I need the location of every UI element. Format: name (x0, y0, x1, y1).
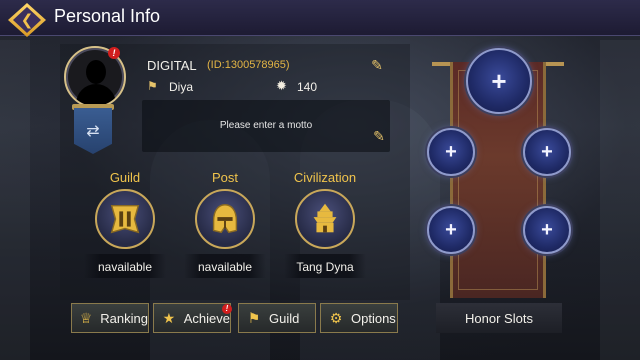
ranking-button[interactable]: ♕ Ranking (71, 303, 149, 333)
player-name: DIGITAL (147, 58, 197, 73)
background-column (0, 40, 30, 360)
helmet-icon (212, 204, 238, 234)
guild-button-label: Guild (269, 310, 300, 326)
civilization-emblem-button[interactable] (295, 189, 355, 249)
power-value: 140 (297, 80, 318, 94)
honor-slot-4[interactable]: + (427, 206, 475, 254)
background-column (600, 40, 640, 360)
guild-crest-icon (110, 204, 140, 234)
star-icon: ★ (162, 310, 176, 326)
achieve-notification-badge: ! (222, 304, 232, 314)
motto-placeholder: Please enter a motto (219, 120, 313, 131)
alliance-icon: ⚑ (147, 79, 158, 93)
post-label: Post (211, 170, 238, 185)
pagoda-icon (313, 203, 337, 233)
avatar-notification-badge: ! (108, 47, 120, 59)
options-label: Options (351, 310, 396, 326)
ranking-label: Ranking (100, 310, 148, 326)
player-id: (ID:1300578965) (207, 59, 290, 71)
honor-slot-1[interactable]: + (466, 48, 532, 114)
add-icon: + (541, 218, 553, 241)
honor-slot-3[interactable]: + (523, 128, 571, 176)
power-sun-icon: ✹ (276, 78, 287, 93)
add-icon: + (491, 65, 507, 96)
honor-slots-label-bar: Honor Slots (436, 303, 562, 333)
alliance-name: Diya (169, 80, 194, 94)
post-emblem-button[interactable] (195, 189, 255, 249)
guild-emblem-button[interactable] (95, 189, 155, 249)
swap-icon: ⇄ (86, 123, 100, 140)
page-title: Personal Info (54, 6, 161, 26)
guild-column: Guild (85, 170, 165, 185)
post-value: navailable (197, 260, 253, 274)
guild-button[interactable]: ⚑ Guild (238, 303, 316, 333)
honor-slot-2[interactable]: + (427, 128, 475, 176)
guild-label: Guild (109, 170, 141, 185)
add-icon: + (541, 140, 553, 163)
honor-slot-5[interactable]: + (523, 206, 571, 254)
options-button[interactable]: ⚙ Options (320, 303, 398, 333)
edit-motto-button[interactable]: ✎ (370, 128, 388, 144)
add-icon: + (445, 140, 457, 163)
achieve-button[interactable]: ★ Achieve (153, 303, 231, 333)
motto-field[interactable]: Please enter a motto (142, 100, 390, 152)
gear-icon: ⚙ (329, 310, 343, 326)
honor-slots-label: Honor Slots (465, 310, 533, 326)
guild-value: navailable (97, 260, 153, 274)
civilization-value: Tang Dyna (296, 260, 354, 274)
post-column: Post (185, 170, 265, 185)
trophy-icon: ♕ (79, 310, 93, 326)
civilization-label: Civilization (293, 170, 357, 185)
civilization-column: Civilization (284, 170, 366, 185)
edit-name-button[interactable]: ✎ (368, 57, 386, 73)
guild-banner-icon: ⚑ (247, 310, 261, 326)
add-icon: + (445, 218, 457, 241)
